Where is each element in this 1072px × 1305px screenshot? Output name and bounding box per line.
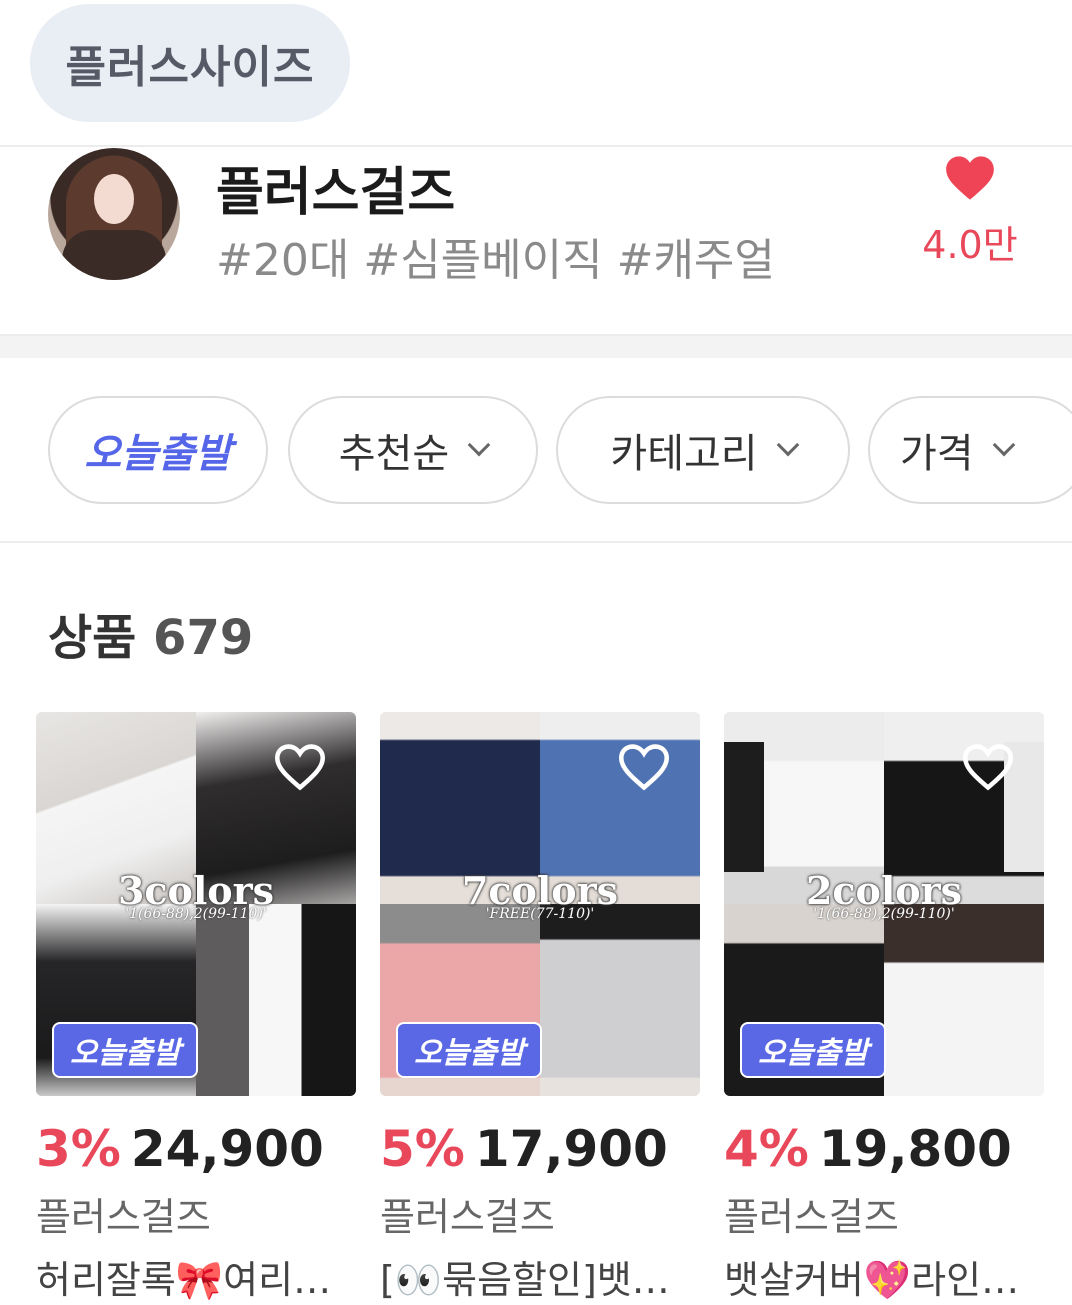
store-tags: #20대 #심플베이직 #캐주얼 — [216, 235, 775, 286]
product-image[interactable]: 3colors '1(66-88),2(99-110)' 오늘출발 — [36, 712, 356, 1096]
product-brand: 플러스걸즈 — [380, 1195, 555, 1239]
store-name[interactable]: 플러스걸즈 — [216, 150, 455, 225]
price-row: 4% 19,800 — [724, 1120, 1044, 1178]
product-name[interactable]: 뱃살커버💖라인… — [724, 1249, 1044, 1304]
discount-rate: 3% — [36, 1120, 121, 1178]
product-card[interactable]: 3colors '1(66-88),2(99-110)' 오늘출발 3% 24,9… — [36, 712, 356, 1304]
product-image[interactable]: 2colors '1(66-88),2(99-110)' 오늘출발 — [724, 712, 1044, 1096]
like-count: 4.0만 — [922, 223, 1018, 267]
product-card[interactable]: 7colors 'FREE(77-110)' 오늘출발 5% 17,900 플러스… — [380, 712, 700, 1304]
discount-rate: 5% — [380, 1120, 465, 1178]
heart-outline-icon[interactable] — [272, 742, 328, 792]
price-row: 3% 24,900 — [36, 1120, 356, 1178]
chevron-down-icon — [776, 433, 799, 457]
section-separator — [0, 334, 1072, 358]
chevron-down-icon — [467, 433, 491, 457]
store-like-button[interactable]: 4.0만 — [910, 154, 1030, 269]
product-name[interactable]: [👀묶음할인]뱃… — [380, 1249, 700, 1304]
product-count: 679 — [153, 610, 254, 666]
store-avatar[interactable] — [48, 148, 180, 280]
today-shipping-badge: 오늘출발 — [740, 1022, 887, 1078]
store-header[interactable]: 플러스걸즈 #20대 #심플베이직 #캐주얼 4.0만 — [0, 148, 1072, 334]
divider — [0, 145, 1072, 147]
heart-filled-icon — [946, 156, 994, 200]
product-count-label: 상품 — [48, 610, 137, 666]
filter-today-shipping[interactable]: 오늘출발 — [48, 396, 268, 504]
filter-bar: 오늘출발 추천순 카테고리 가격 — [0, 396, 1072, 504]
plus-size-chip[interactable]: 플러스사이즈 — [30, 4, 350, 122]
product-brand: 플러스걸즈 — [36, 1195, 211, 1239]
product-price: 17,900 — [474, 1120, 668, 1178]
discount-rate: 4% — [724, 1120, 809, 1178]
heart-outline-icon[interactable] — [960, 742, 1016, 792]
filter-today-label: 오늘출발 — [84, 431, 232, 477]
filter-sort-label: 추천순 — [338, 431, 450, 477]
chevron-down-icon — [992, 433, 1015, 457]
today-shipping-badge: 오늘출발 — [396, 1022, 543, 1078]
product-image[interactable]: 7colors 'FREE(77-110)' 오늘출발 — [380, 712, 700, 1096]
product-brand: 플러스걸즈 — [724, 1195, 899, 1239]
product-card[interactable]: 2colors '1(66-88),2(99-110)' 오늘출발 4% 19,8… — [724, 712, 1044, 1304]
filter-category-label: 카테고리 — [610, 431, 758, 477]
filter-category[interactable]: 카테고리 — [556, 396, 850, 504]
product-price: 19,800 — [818, 1120, 1012, 1178]
size-caption: 'FREE(77-110)' — [485, 906, 595, 922]
product-count-title: 상품 679 — [48, 598, 253, 668]
filter-sort[interactable]: 추천순 — [288, 396, 538, 504]
heart-outline-icon[interactable] — [616, 742, 672, 792]
product-price: 24,900 — [130, 1120, 324, 1178]
product-name[interactable]: 허리잘록🎀여리… — [36, 1249, 356, 1304]
size-caption: '1(66-88),2(99-110)' — [813, 906, 955, 922]
size-caption: '1(66-88),2(99-110)' — [125, 906, 267, 922]
filter-price-label: 가격 — [900, 431, 974, 477]
today-shipping-badge: 오늘출발 — [52, 1022, 199, 1078]
filter-price[interactable]: 가격 — [868, 396, 1072, 504]
price-row: 5% 17,900 — [380, 1120, 700, 1178]
divider — [0, 541, 1072, 543]
